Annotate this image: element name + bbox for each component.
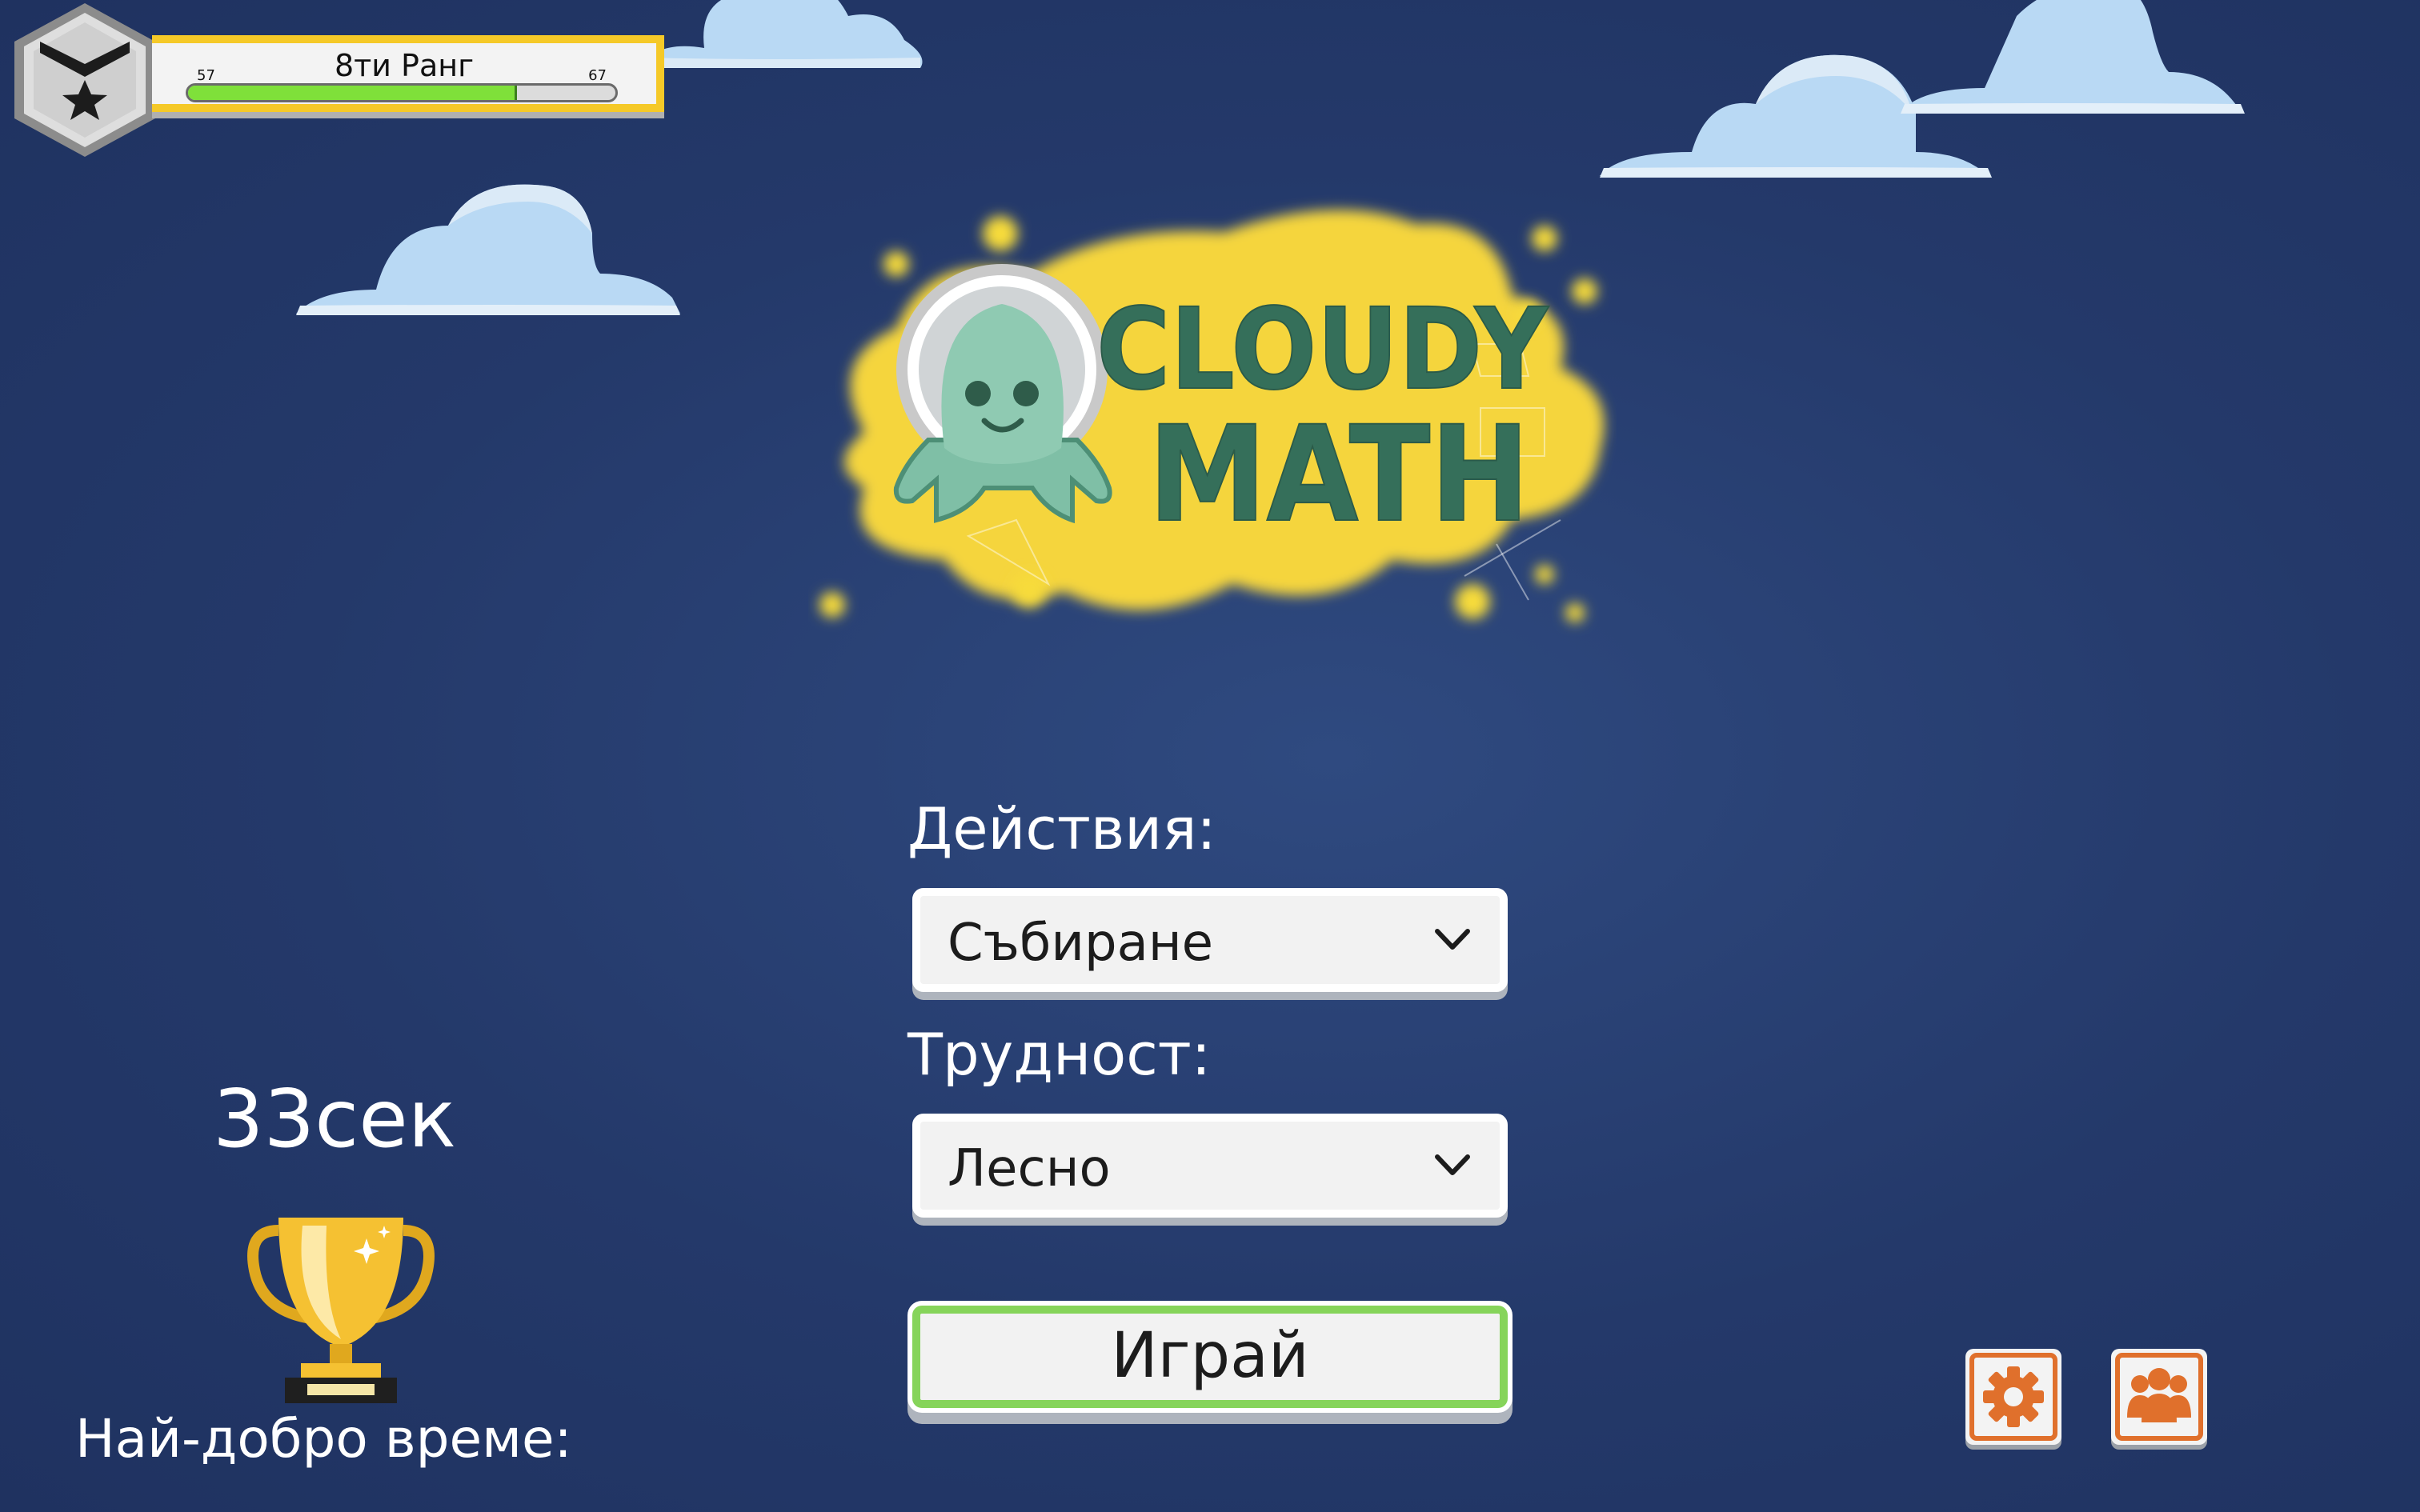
rank-title: 8ти Ранг	[334, 48, 475, 83]
cloud-decoration	[640, 0, 923, 68]
rank-badge	[14, 3, 155, 157]
logo-line1: CLOUDY	[1096, 285, 1549, 415]
chevron-down-icon	[1435, 1154, 1470, 1175]
best-time-value: 33сек	[213, 1072, 457, 1166]
rank-panel: 8ти Ранг 57 67	[152, 35, 664, 112]
rank-max-value: 67	[588, 67, 607, 84]
operations-selected-value: Събиране	[948, 914, 1214, 973]
difficulty-selected-value: Лесно	[948, 1139, 1111, 1198]
rank-progress-bar	[186, 83, 618, 102]
settings-button[interactable]	[1965, 1349, 2061, 1445]
rank-min-value: 57	[197, 67, 215, 84]
play-button[interactable]: Играй	[912, 1306, 1508, 1408]
alien-mascot	[893, 264, 1112, 524]
difficulty-label: Трудност:	[908, 1021, 1211, 1088]
rank-progress-fill	[188, 86, 518, 100]
group-icon	[2115, 1353, 2203, 1441]
gear-icon	[1969, 1353, 2057, 1441]
operations-dropdown[interactable]: Събиране	[912, 888, 1508, 992]
trophy-icon	[247, 1218, 435, 1403]
players-button[interactable]	[2111, 1349, 2207, 1445]
chevron-down-icon	[1435, 929, 1470, 950]
best-time-label: Най-добро време:	[75, 1408, 572, 1470]
difficulty-dropdown[interactable]: Лесно	[912, 1114, 1508, 1218]
logo-line2: MATH	[1148, 398, 1530, 552]
cloud-decoration	[1901, 0, 2245, 114]
operations-label: Действия:	[908, 795, 1216, 862]
cloud-decoration	[296, 184, 680, 315]
cloudy-math-logo: CLOUDY MATH	[819, 210, 1605, 622]
